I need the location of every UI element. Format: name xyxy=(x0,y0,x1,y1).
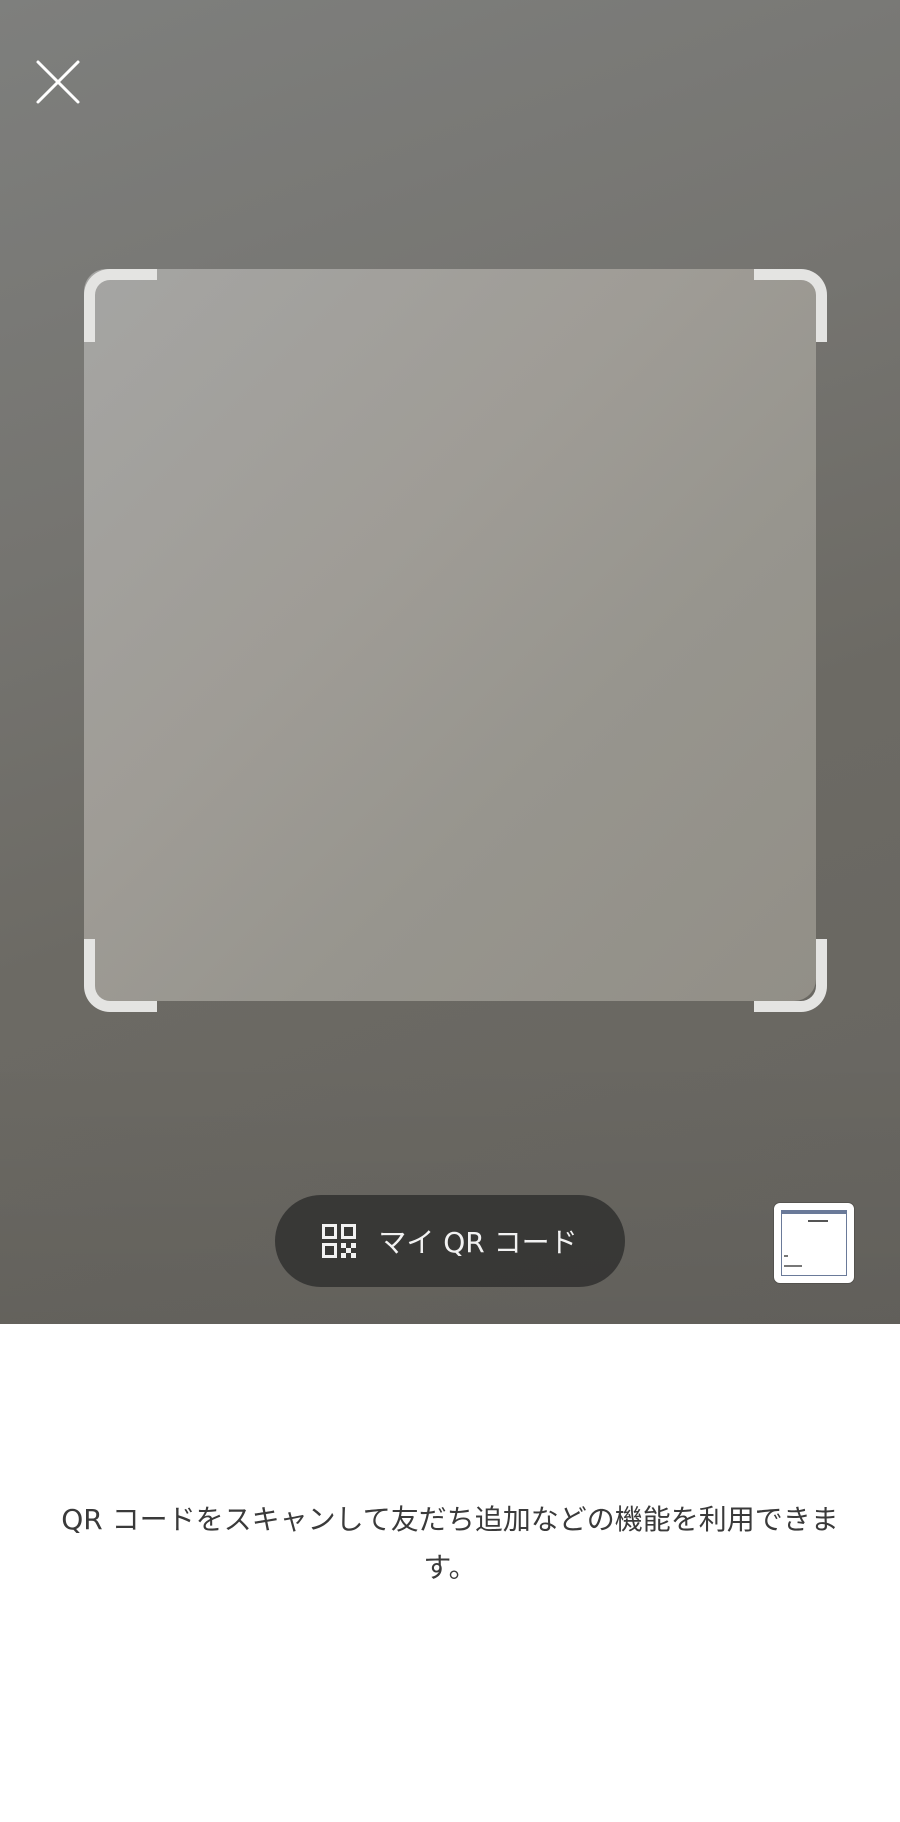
qr-code-icon xyxy=(322,1224,357,1258)
scan-frame-corner-top-left xyxy=(84,269,157,342)
my-qr-code-label: マイ QR コード xyxy=(378,1226,578,1259)
scan-area xyxy=(84,269,816,1001)
close-icon xyxy=(36,60,80,104)
gallery-thumbnail xyxy=(781,1210,847,1276)
gallery-thumbnail-button[interactable] xyxy=(774,1203,854,1283)
qr-scanner-screen: マイ QR コード QR コードをスキャンして友だち追加などの機能を利用できます… xyxy=(0,0,900,1822)
my-qr-code-button[interactable]: マイ QR コード xyxy=(275,1195,625,1287)
scan-frame-corner-bottom-right xyxy=(754,939,827,1012)
scan-frame-corner-top-right xyxy=(754,269,827,342)
scanner-description: QR コードをスキャンして友だち追加などの機能を利用できます。 xyxy=(61,1503,839,1584)
scan-frame-corner-bottom-left xyxy=(84,939,157,1012)
close-button[interactable] xyxy=(28,52,88,112)
camera-preview: マイ QR コード xyxy=(0,0,900,1324)
